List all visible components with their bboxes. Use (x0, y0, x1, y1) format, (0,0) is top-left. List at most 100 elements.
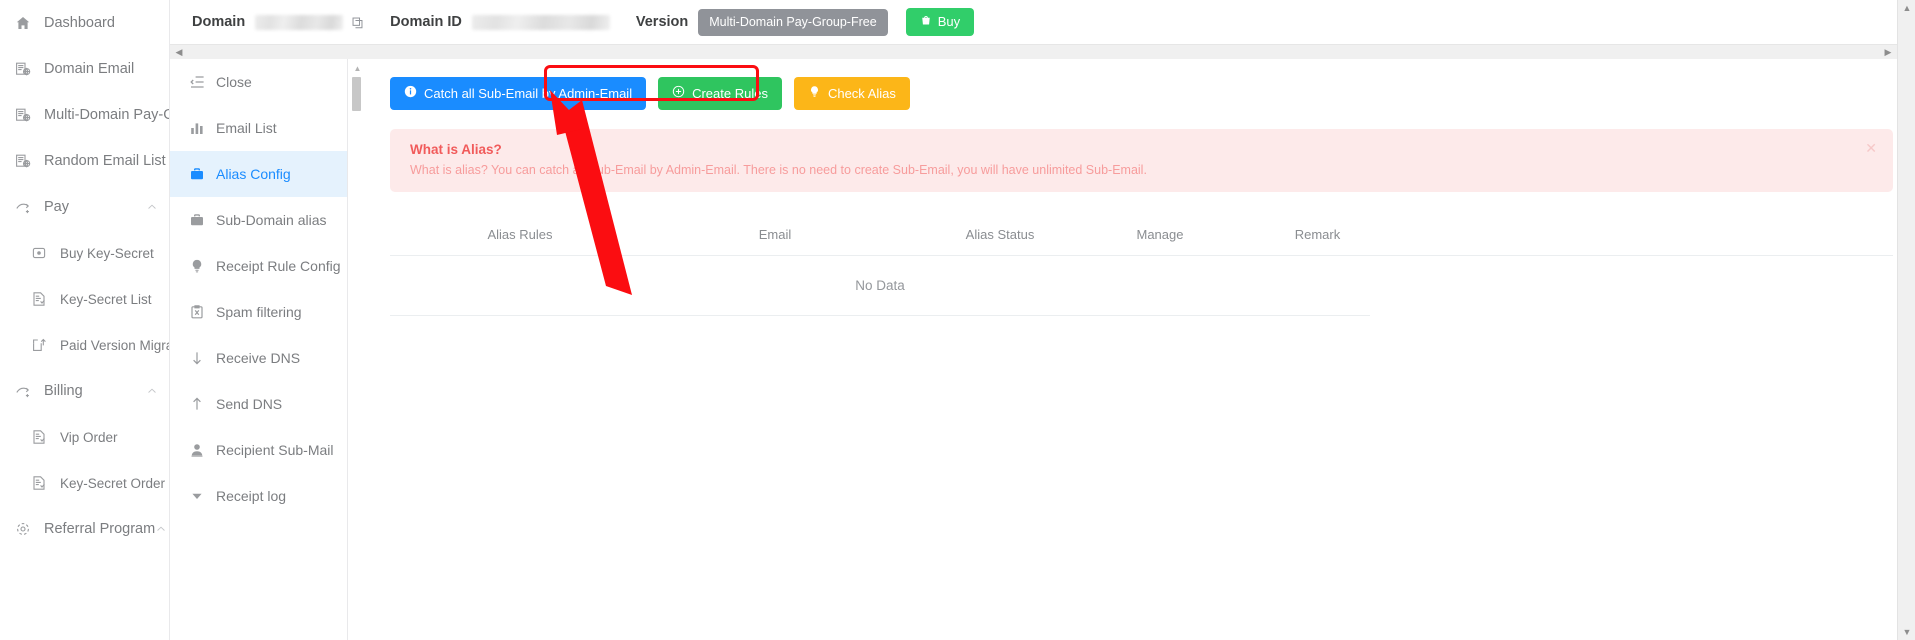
scroll-right-arrow[interactable]: ▶ (1881, 46, 1895, 59)
window-scroll-down-arrow[interactable]: ▼ (1898, 627, 1915, 637)
caret-down-icon (188, 488, 205, 505)
submenu-item-label: Alias Config (216, 166, 291, 182)
list-doc-icon (30, 474, 48, 492)
app-root: Dashboard Domain Email Multi-Domain Pay-Gr… (0, 0, 1915, 640)
content-scroll-thumb[interactable] (352, 77, 361, 111)
chevron-up-icon[interactable] (145, 385, 159, 397)
scroll-left-arrow[interactable]: ◀ (172, 46, 186, 59)
submenu-item-email-list[interactable]: Email List (170, 105, 347, 151)
sidebar-item-referral-program[interactable]: Referral Program (0, 506, 169, 552)
submenu-item-label: Recipient Sub-Mail (216, 442, 334, 458)
body-area: Close Email List Alias Config Sub-Domain al… (170, 44, 1915, 640)
submenu-item-label: Spam filtering (216, 304, 302, 320)
table-empty-state: No Data (390, 256, 1370, 316)
sidebar-item-vip-order[interactable]: Vip Order (0, 414, 169, 460)
check-alias-label: Check Alias (827, 85, 896, 101)
sidebar-item-multi-domain-pay-group[interactable]: Multi-Domain Pay-Group (0, 92, 169, 138)
domain-label: Domain (192, 14, 246, 30)
list-doc-icon (30, 428, 48, 446)
sidebar-item-key-secret-order[interactable]: Key-Secret Order (0, 460, 169, 506)
referral-icon (14, 520, 32, 538)
sidebar-item-label: Key-Secret Order (60, 475, 166, 491)
submenu-item-close[interactable]: Close (170, 59, 347, 105)
submenu-item-spam-filtering[interactable]: Spam filtering (170, 289, 347, 335)
submenu-item-label: Receive DNS (216, 350, 301, 366)
plus-circle-icon (672, 85, 685, 101)
close-icon[interactable]: ✕ (1865, 141, 1877, 155)
list-doc-icon (30, 290, 48, 308)
arrow-up-icon (188, 396, 205, 413)
bulb-icon (808, 85, 821, 101)
info-circle-icon (404, 85, 417, 101)
primary-sidebar: Dashboard Domain Email Multi-Domain Pay-Gr… (0, 0, 170, 640)
sidebar-item-buy-key-secret[interactable]: Buy Key-Secret (0, 230, 169, 276)
window-scroll-up-arrow[interactable]: ▲ (1898, 3, 1915, 13)
sidebar-item-dashboard[interactable]: Dashboard (0, 0, 169, 46)
sidebar-item-label: Referral Program (44, 521, 156, 537)
domain-value-redacted (255, 14, 344, 30)
submenu-item-receipt-log[interactable]: Receipt log (170, 473, 347, 519)
submenu-item-alias-config[interactable]: Alias Config (170, 151, 347, 197)
catch-all-sub-email-label: Catch all Sub-Email by Admin-Email (424, 85, 633, 101)
catch-all-sub-email-button[interactable]: Catch all Sub-Email by Admin-Email (390, 77, 647, 110)
submenu-item-label: Send DNS (216, 396, 283, 412)
horizontal-scrollbar[interactable]: ◀ ▶ (170, 44, 1915, 59)
briefcase-icon (188, 212, 205, 229)
upload-box-icon (30, 336, 48, 354)
sidebar-item-pay[interactable]: Pay (0, 184, 169, 230)
submenu-item-send-dns[interactable]: Send DNS (170, 381, 347, 427)
submenu-item-sub-domain-alias[interactable]: Sub-Domain alias (170, 197, 347, 243)
table-column-header: Alias Status (965, 227, 1035, 242)
chevron-up-icon[interactable] (145, 201, 159, 213)
table-column-header: Alias Rules (487, 227, 553, 242)
window-vertical-scrollbar[interactable]: ▲ ▼ (1897, 0, 1915, 640)
alias-table: Alias Rules Email Alias Status Manage Remark… (390, 214, 1893, 316)
bulb-icon (188, 258, 205, 275)
domain-id-label: Domain ID (390, 14, 462, 30)
table-column-header: Email (758, 227, 792, 242)
submenu-item-label: Email List (216, 120, 277, 136)
sidebar-item-label: Domain Email (44, 61, 135, 77)
sidebar-item-random-email-list[interactable]: Random Email List (0, 138, 169, 184)
content-scroll-up-arrow[interactable]: ▲ (352, 64, 363, 73)
buy-button-label: Buy (937, 14, 961, 29)
sidebar-item-label: Buy Key-Secret (60, 245, 154, 261)
domain-id-value-redacted (471, 14, 610, 30)
pay-icon (14, 382, 32, 400)
sidebar-item-label: Dashboard (44, 15, 115, 31)
pay-icon (14, 198, 32, 216)
domain-email-icon (14, 60, 32, 78)
create-rules-button[interactable]: Create Rules (658, 77, 782, 110)
submenu-item-label: Close (216, 74, 252, 90)
main-region: Domain Domain ID Version Multi-Domain Pa… (170, 0, 1915, 640)
alert-text: What is alias? You can catch all Sub-Ema… (410, 163, 1147, 177)
sidebar-item-key-secret-list[interactable]: Key-Secret List (0, 276, 169, 322)
sidebar-item-paid-version-migration[interactable]: Paid Version Migration (0, 322, 169, 368)
wallet-icon (30, 244, 48, 262)
create-rules-label: Create Rules (692, 85, 768, 101)
briefcase-icon (188, 166, 205, 183)
submenu-item-recipient-sub-mail[interactable]: Recipient Sub-Mail (170, 427, 347, 473)
home-icon (14, 14, 32, 32)
chevron-up-icon[interactable] (155, 523, 167, 535)
submenu-item-label: Receipt Rule Config (216, 258, 341, 274)
buy-button[interactable]: Buy (905, 8, 975, 36)
submenu-item-label: Receipt log (216, 488, 287, 504)
version-label: Version (635, 14, 689, 30)
content-vertical-scrollbar[interactable]: ▲ (352, 59, 363, 640)
close-panel-icon (188, 74, 205, 91)
action-toolbar: Catch all Sub-Email by Admin-Email Creat… (390, 77, 1893, 110)
copy-icon[interactable] (351, 16, 364, 29)
sidebar-item-domain-email[interactable]: Domain Email (0, 46, 169, 92)
submenu-item-receive-dns[interactable]: Receive DNS (170, 335, 347, 381)
bar-chart-icon (188, 120, 205, 137)
sidebar-item-label: Vip Order (60, 429, 118, 445)
sidebar-item-label: Key-Secret List (60, 291, 152, 307)
check-alias-button[interactable]: Check Alias (793, 77, 910, 110)
sidebar-item-billing[interactable]: Billing (0, 368, 169, 414)
top-bar: Domain Domain ID Version Multi-Domain Pa… (170, 0, 1915, 44)
sidebar-item-label: Random Email List (44, 153, 166, 169)
version-badge: Multi-Domain Pay-Group-Free (698, 8, 888, 36)
sidebar-item-label: Billing (44, 383, 83, 399)
submenu-item-receipt-rule-config[interactable]: Receipt Rule Config (170, 243, 347, 289)
